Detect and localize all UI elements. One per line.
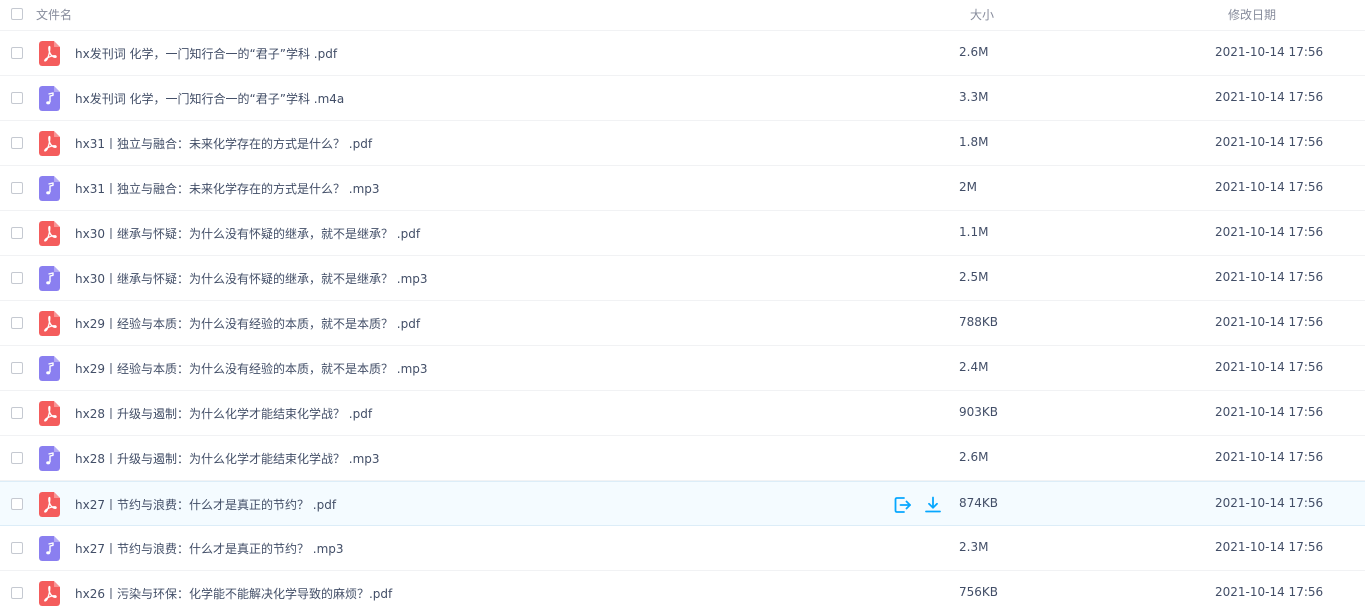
download-icon[interactable]: [923, 495, 943, 515]
file-size: 2.6M: [959, 450, 989, 464]
file-size: 3.3M: [959, 90, 989, 104]
file-modified-date: 2021-10-14 17:56: [1215, 585, 1324, 599]
file-row[interactable]: hx29丨经验与本质：为什么没有经验的本质，就不是本质？ .pdf 788KB 20…: [0, 301, 1365, 346]
row-checkbox[interactable]: [11, 587, 23, 599]
file-row[interactable]: hx30丨继承与怀疑：为什么没有怀疑的继承，就不是继承？ .mp3 2.5M 202…: [0, 256, 1365, 301]
pdf-icon: [39, 581, 60, 606]
music-note-icon: [39, 266, 60, 291]
list-header: 文件名 大小 修改日期: [0, 0, 1365, 31]
file-size: 756KB: [959, 585, 999, 599]
music-note-icon: [39, 446, 60, 471]
file-row[interactable]: hx28丨升级与遏制：为什么化学才能结束化学战？ .mp3 2.6M 2021-10…: [0, 436, 1365, 481]
row-actions: [893, 495, 953, 515]
column-header-date[interactable]: 修改日期: [1228, 6, 1276, 23]
music-note-icon: [39, 86, 60, 111]
column-header-name[interactable]: 文件名: [36, 6, 72, 23]
file-modified-date: 2021-10-14 17:56: [1215, 180, 1324, 194]
file-modified-date: 2021-10-14 17:56: [1215, 225, 1324, 239]
row-checkbox[interactable]: [11, 92, 23, 104]
file-modified-date: 2021-10-14 17:56: [1215, 135, 1324, 149]
file-size: 2.3M: [959, 540, 989, 554]
file-size: 2M: [959, 180, 977, 194]
pdf-icon: [39, 492, 60, 517]
select-all-checkbox[interactable]: [11, 8, 23, 20]
row-checkbox[interactable]: [11, 182, 23, 194]
file-modified-date: 2021-10-14 17:56: [1215, 405, 1324, 419]
file-size: 903KB: [959, 405, 999, 419]
file-name-link[interactable]: hx26丨污染与环保：化学能不能解决化学导致的麻烦？.pdf: [75, 585, 392, 602]
row-checkbox[interactable]: [11, 452, 23, 464]
file-name-link[interactable]: hx27丨节约与浪费：什么才是真正的节约？ .pdf: [75, 496, 336, 513]
file-name-link[interactable]: hx30丨继承与怀疑：为什么没有怀疑的继承，就不是继承？ .pdf: [75, 225, 420, 242]
file-row[interactable]: hx27丨节约与浪费：什么才是真正的节约？ .pdf 874KB 2021-10-1…: [0, 481, 1365, 526]
file-row[interactable]: hx29丨经验与本质：为什么没有经验的本质，就不是本质？ .mp3 2.4M 202…: [0, 346, 1365, 391]
file-rows: hx发刊词 化学，一门知行合一的“君子”学科 .pdf 2.6M 2021-10-1…: [0, 31, 1365, 613]
file-size: 788KB: [959, 315, 999, 329]
file-name-link[interactable]: hx31丨独立与融合：未来化学存在的方式是什么？ .mp3: [75, 180, 380, 197]
file-row[interactable]: hx26丨污染与环保：化学能不能解决化学导致的麻烦？.pdf 756KB 2021-…: [0, 571, 1365, 613]
file-name-link[interactable]: hx29丨经验与本质：为什么没有经验的本质，就不是本质？ .mp3: [75, 360, 428, 377]
column-header-size[interactable]: 大小: [970, 6, 994, 23]
file-name-link[interactable]: hx29丨经验与本质：为什么没有经验的本质，就不是本质？ .pdf: [75, 315, 420, 332]
file-list: 文件名 大小 修改日期 hx发刊词 化学，一门知行合一的“君子”学科 .pdf 2…: [0, 0, 1365, 613]
file-name-link[interactable]: hx30丨继承与怀疑：为什么没有怀疑的继承，就不是继承？ .mp3: [75, 270, 428, 287]
file-size: 874KB: [959, 496, 999, 510]
file-row[interactable]: hx发刊词 化学，一门知行合一的“君子”学科 .m4a 3.3M 2021-10-1…: [0, 76, 1365, 121]
file-name-link[interactable]: hx28丨升级与遏制：为什么化学才能结束化学战？ .pdf: [75, 405, 372, 422]
file-size: 2.6M: [959, 45, 989, 59]
file-modified-date: 2021-10-14 17:56: [1215, 270, 1324, 284]
file-size: 2.5M: [959, 270, 989, 284]
file-name-link[interactable]: hx31丨独立与融合：未来化学存在的方式是什么？ .pdf: [75, 135, 372, 152]
file-name-link[interactable]: hx27丨节约与浪费：什么才是真正的节约？ .mp3: [75, 540, 344, 557]
file-row[interactable]: hx发刊词 化学，一门知行合一的“君子”学科 .pdf 2.6M 2021-10-1…: [0, 31, 1365, 76]
file-modified-date: 2021-10-14 17:56: [1215, 360, 1324, 374]
file-modified-date: 2021-10-14 17:56: [1215, 540, 1324, 554]
pdf-icon: [39, 221, 60, 246]
pdf-icon: [39, 311, 60, 336]
file-row[interactable]: hx30丨继承与怀疑：为什么没有怀疑的继承，就不是继承？ .pdf 1.1M 202…: [0, 211, 1365, 256]
file-size: 2.4M: [959, 360, 989, 374]
file-row[interactable]: hx31丨独立与融合：未来化学存在的方式是什么？ .mp3 2M 2021-10-1…: [0, 166, 1365, 211]
file-size: 1.8M: [959, 135, 989, 149]
share-export-icon[interactable]: [893, 495, 913, 515]
file-modified-date: 2021-10-14 17:56: [1215, 315, 1324, 329]
file-row[interactable]: hx28丨升级与遏制：为什么化学才能结束化学战？ .pdf 903KB 2021-1…: [0, 391, 1365, 436]
row-checkbox[interactable]: [11, 407, 23, 419]
row-checkbox[interactable]: [11, 227, 23, 239]
music-note-icon: [39, 356, 60, 381]
row-checkbox[interactable]: [11, 498, 23, 510]
row-checkbox[interactable]: [11, 362, 23, 374]
row-checkbox[interactable]: [11, 137, 23, 149]
file-modified-date: 2021-10-14 17:56: [1215, 496, 1324, 510]
file-name-link[interactable]: hx发刊词 化学，一门知行合一的“君子”学科 .m4a: [75, 90, 344, 107]
pdf-icon: [39, 41, 60, 66]
file-row[interactable]: hx31丨独立与融合：未来化学存在的方式是什么？ .pdf 1.8M 2021-10…: [0, 121, 1365, 166]
file-modified-date: 2021-10-14 17:56: [1215, 450, 1324, 464]
row-checkbox[interactable]: [11, 317, 23, 329]
music-note-icon: [39, 176, 60, 201]
file-modified-date: 2021-10-14 17:56: [1215, 90, 1324, 104]
file-modified-date: 2021-10-14 17:56: [1215, 45, 1324, 59]
file-name-link[interactable]: hx28丨升级与遏制：为什么化学才能结束化学战？ .mp3: [75, 450, 380, 467]
pdf-icon: [39, 131, 60, 156]
file-name-link[interactable]: hx发刊词 化学，一门知行合一的“君子”学科 .pdf: [75, 45, 337, 62]
pdf-icon: [39, 401, 60, 426]
row-checkbox[interactable]: [11, 272, 23, 284]
row-checkbox[interactable]: [11, 542, 23, 554]
file-size: 1.1M: [959, 225, 989, 239]
file-row[interactable]: hx27丨节约与浪费：什么才是真正的节约？ .mp3 2.3M 2021-10-14…: [0, 526, 1365, 571]
row-checkbox[interactable]: [11, 47, 23, 59]
music-note-icon: [39, 536, 60, 561]
